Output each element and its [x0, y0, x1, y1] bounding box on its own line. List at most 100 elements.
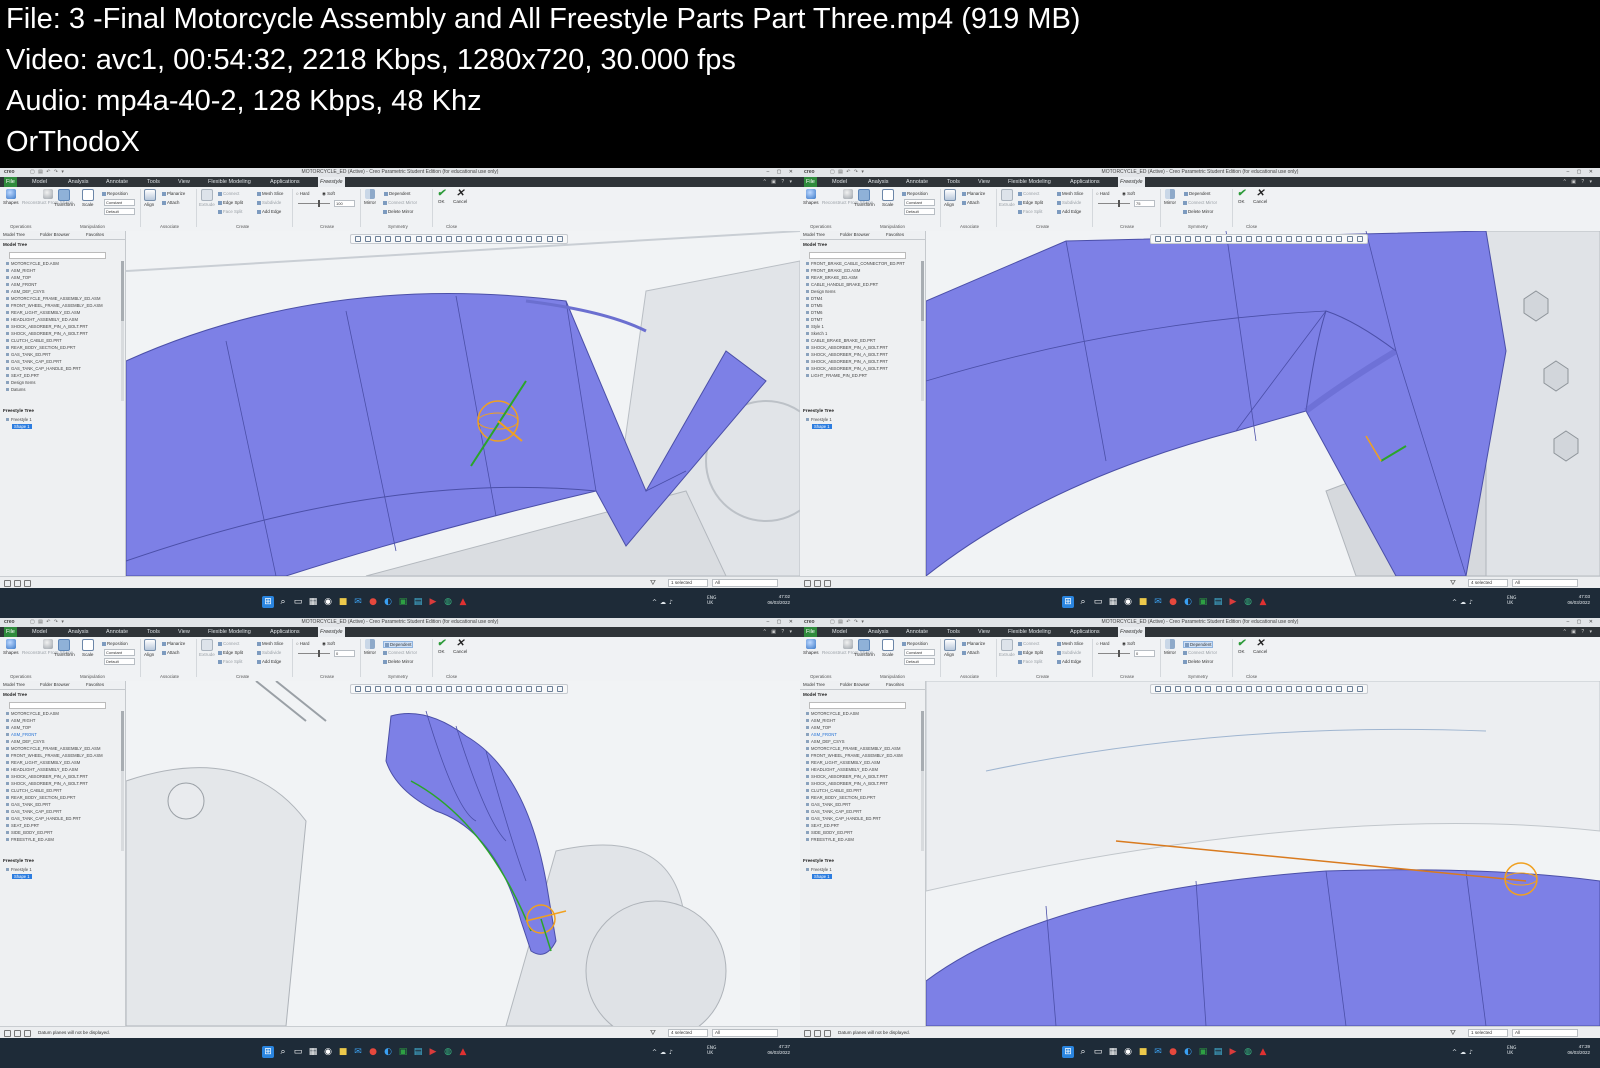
tab-freestyle[interactable]: Freestyle	[318, 177, 345, 187]
media-icon[interactable]: ▶	[1227, 596, 1239, 608]
freestyle-tree-item[interactable]: Freestyle 1	[806, 867, 832, 872]
help-icon[interactable]: ^ ▣ ? ▾	[763, 177, 794, 187]
acrobat-icon[interactable]: ▲	[1257, 596, 1269, 608]
freestyle-display-icon[interactable]	[526, 236, 533, 242]
axis-display-icon[interactable]	[486, 686, 493, 692]
tray-chevron-icon[interactable]: ^	[1452, 599, 1460, 606]
language-indicator[interactable]: ENG UK	[1507, 596, 1516, 606]
mirror-button[interactable]: Mirror	[1164, 639, 1176, 655]
view-manager-icon[interactable]	[1215, 236, 1222, 242]
extrude-button[interactable]: Extrude	[199, 639, 215, 657]
scale-button[interactable]: Scale	[882, 189, 894, 207]
edge-icon[interactable]: ◐	[1182, 1046, 1194, 1058]
file-explorer-icon[interactable]: ■	[1137, 596, 1149, 608]
tab-view[interactable]: View	[976, 627, 992, 637]
point-display-icon[interactable]	[1296, 236, 1303, 242]
annotation-display-icon[interactable]	[455, 686, 462, 692]
shapes-button[interactable]: Shapes	[3, 189, 19, 205]
shapes-button[interactable]: Shapes	[803, 189, 819, 205]
attach-button[interactable]: Attach	[962, 650, 979, 655]
crease-slider-knob[interactable]	[318, 200, 320, 207]
connect-button[interactable]: Connect	[218, 641, 239, 646]
transform-button[interactable]: Transform	[54, 639, 75, 657]
default-dropdown[interactable]: Default	[104, 208, 135, 215]
tree-item[interactable]: FREESTYLE_ED.ASM	[806, 837, 854, 842]
spin-center-icon[interactable]	[1265, 236, 1272, 242]
face-split-button[interactable]: Face Split	[218, 209, 243, 214]
cloud-icon[interactable]: ☁	[1460, 599, 1469, 606]
mail-icon[interactable]: ✉	[1152, 596, 1164, 608]
browser-toggle-icon[interactable]	[14, 580, 21, 587]
connect-mirror-button[interactable]: Connect Mirror	[1183, 650, 1217, 655]
model-tree-header[interactable]: Model Tree	[3, 242, 27, 247]
dependent-button[interactable]: Dependent	[383, 641, 414, 648]
store-icon[interactable]: ▣	[1197, 1046, 1209, 1058]
tree-item[interactable]: CLUTCH_CABLE_ED.PRT	[6, 788, 62, 793]
crease-value-field[interactable]: 75	[1134, 200, 1155, 207]
render-icon[interactable]	[546, 686, 553, 692]
scale-button[interactable]: Scale	[882, 639, 894, 657]
tree-item[interactable]: FRONT_WHEEL_FRAME_ASSEMBLY_ED.ASM	[6, 303, 103, 308]
tree-item[interactable]: SHOCK_ABSORBER_PIN_A_BOLT.PRT	[806, 352, 888, 357]
render-icon[interactable]	[546, 236, 553, 242]
mesh-display-icon[interactable]	[516, 236, 523, 242]
tree-item[interactable]: HEADLIGHT_ASSEMBLY_ED.ASM	[6, 317, 78, 322]
tree-item[interactable]: MOTORCYCLE_FRAME_ASSEMBLY_ED.ASM	[6, 296, 100, 301]
tab-file[interactable]: File	[4, 627, 17, 637]
planarize-button[interactable]: Planarize	[962, 191, 985, 196]
language-indicator[interactable]: ENG UK	[707, 1046, 716, 1056]
mirror-button[interactable]: Mirror	[364, 189, 376, 205]
model-tree-header[interactable]: Model Tree	[803, 692, 827, 697]
tree-item[interactable]: HEADLIGHT_ASSEMBLY_ED.ASM	[806, 767, 878, 772]
render-icon[interactable]	[1346, 686, 1353, 692]
connect-mirror-button[interactable]: Connect Mirror	[383, 200, 417, 205]
cloud-icon[interactable]: ☁	[660, 599, 669, 606]
freestyle-display-icon[interactable]	[1326, 686, 1333, 692]
mesh-display-icon[interactable]	[1316, 236, 1323, 242]
tree-item[interactable]: REAR_LIGHT_ASSEMBLY_ED.ASM	[806, 760, 880, 765]
face-split-button[interactable]: Face Split	[1018, 209, 1043, 214]
crease-value-field[interactable]: 0	[334, 650, 355, 657]
tree-item[interactable]: REAR_BRAKE_ED.ASM	[806, 275, 858, 280]
file-explorer-icon[interactable]: ■	[337, 1046, 349, 1058]
connect-button[interactable]: Connect	[218, 191, 239, 196]
acrobat-icon[interactable]: ▲	[457, 1046, 469, 1058]
tree-item[interactable]: Design Items	[6, 380, 35, 385]
tab-applications[interactable]: Applications	[1068, 177, 1102, 187]
tree-item[interactable]: SHOCK_ABSORBER_PIN_A_BOLT.PRT	[6, 781, 88, 786]
tree-item[interactable]: SHOCK_ABSORBER_PIN_A_BOLT.PRT	[806, 781, 888, 786]
search-icon[interactable]: ⌕	[1077, 1046, 1089, 1058]
freestyle-tree-item[interactable]: Freestyle 1	[6, 867, 32, 872]
selection-filter-dropdown[interactable]: All	[1512, 579, 1578, 587]
tree-item[interactable]: GAS_TANK_CAP_ED.PRT	[6, 359, 62, 364]
tree-item[interactable]: MOTORCYCLE_ED.ASM	[6, 261, 59, 266]
tree-item[interactable]: ASM_FRONT	[806, 732, 837, 737]
crease-value-field[interactable]: 100	[334, 200, 355, 207]
tree-item[interactable]: GAS_TANK_CAP_HANDLE_ED.PRT	[6, 816, 81, 821]
model-scene[interactable]	[126, 681, 800, 1026]
tab-annotate[interactable]: Annotate	[904, 177, 930, 187]
tree-item[interactable]: FRONT_BRAKE_ED.ASM	[806, 268, 860, 273]
zoom-out-icon[interactable]	[1175, 236, 1182, 242]
shape-tree-item[interactable]: Shape 1	[812, 874, 832, 879]
chrome-icon[interactable]: ●	[367, 1046, 379, 1058]
tray-chevron-icon[interactable]: ^	[652, 599, 660, 606]
default-dropdown[interactable]: Default	[904, 208, 935, 215]
tree-item[interactable]: REAR_BODY_SECTION_ED.PRT	[6, 795, 75, 800]
crease-slider-knob[interactable]	[318, 650, 320, 657]
connect-button[interactable]: Connect	[1018, 191, 1039, 196]
repaint-icon[interactable]	[1185, 236, 1192, 242]
tree-item[interactable]: SIDE_BODY_ED.PRT	[6, 830, 53, 835]
speaker-icon[interactable]: ♪	[669, 599, 676, 606]
navigator-toggle-icon[interactable]	[804, 580, 811, 587]
mirror-button[interactable]: Mirror	[1164, 189, 1176, 205]
csys-display-icon[interactable]	[1306, 236, 1313, 242]
refit-icon[interactable]	[1155, 686, 1162, 692]
clock[interactable]: 47:03 06/03/2022	[1567, 594, 1590, 606]
tab-annotate[interactable]: Annotate	[904, 627, 930, 637]
acrobat-icon[interactable]: ▲	[1257, 1046, 1269, 1058]
delete-mirror-button[interactable]: Delete Mirror	[1183, 209, 1213, 214]
tree-item[interactable]: DTM6	[806, 310, 822, 315]
align-button[interactable]: Align	[944, 189, 956, 207]
datum-display-icon[interactable]	[445, 236, 452, 242]
